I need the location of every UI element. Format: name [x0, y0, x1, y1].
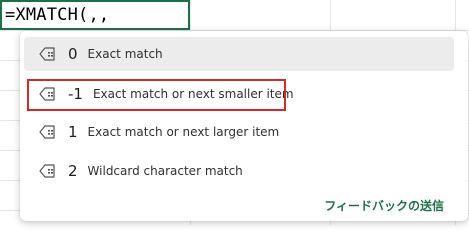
suggestion-value: 2 — [68, 162, 78, 180]
tag-list-icon — [38, 44, 58, 64]
suggestion-item-1[interactable]: 1 Exact match or next larger item — [24, 115, 454, 149]
suggestion-item-2[interactable]: 2 Wildcard character match — [24, 154, 454, 188]
tag-list-icon — [38, 122, 58, 142]
suggestion-description: Wildcard character match — [87, 164, 243, 178]
send-feedback-link[interactable]: フィードバックの送信 — [324, 197, 444, 214]
suggestion-value: 0 — [68, 45, 78, 63]
argument-suggestions-dropdown: 0 Exact match -1 Exact match or next sma… — [20, 31, 468, 221]
suggestion-description: Exact match — [87, 47, 163, 61]
tag-list-icon — [38, 161, 58, 181]
active-cell-editor[interactable]: =XMATCH(,, — [0, 0, 190, 30]
suggestion-description: Exact match or next larger item — [87, 125, 280, 139]
tag-list-icon — [38, 84, 58, 104]
formula-text[interactable]: =XMATCH(,, — [5, 5, 109, 25]
suggestion-item-0[interactable]: 0 Exact match — [24, 37, 454, 71]
suggestion-value: -1 — [68, 85, 83, 103]
suggestion-description: Exact match or next smaller item — [92, 87, 294, 101]
suggestion-item-minus1[interactable]: -1 Exact match or next smaller item — [24, 77, 454, 111]
suggestion-value: 1 — [68, 123, 78, 141]
